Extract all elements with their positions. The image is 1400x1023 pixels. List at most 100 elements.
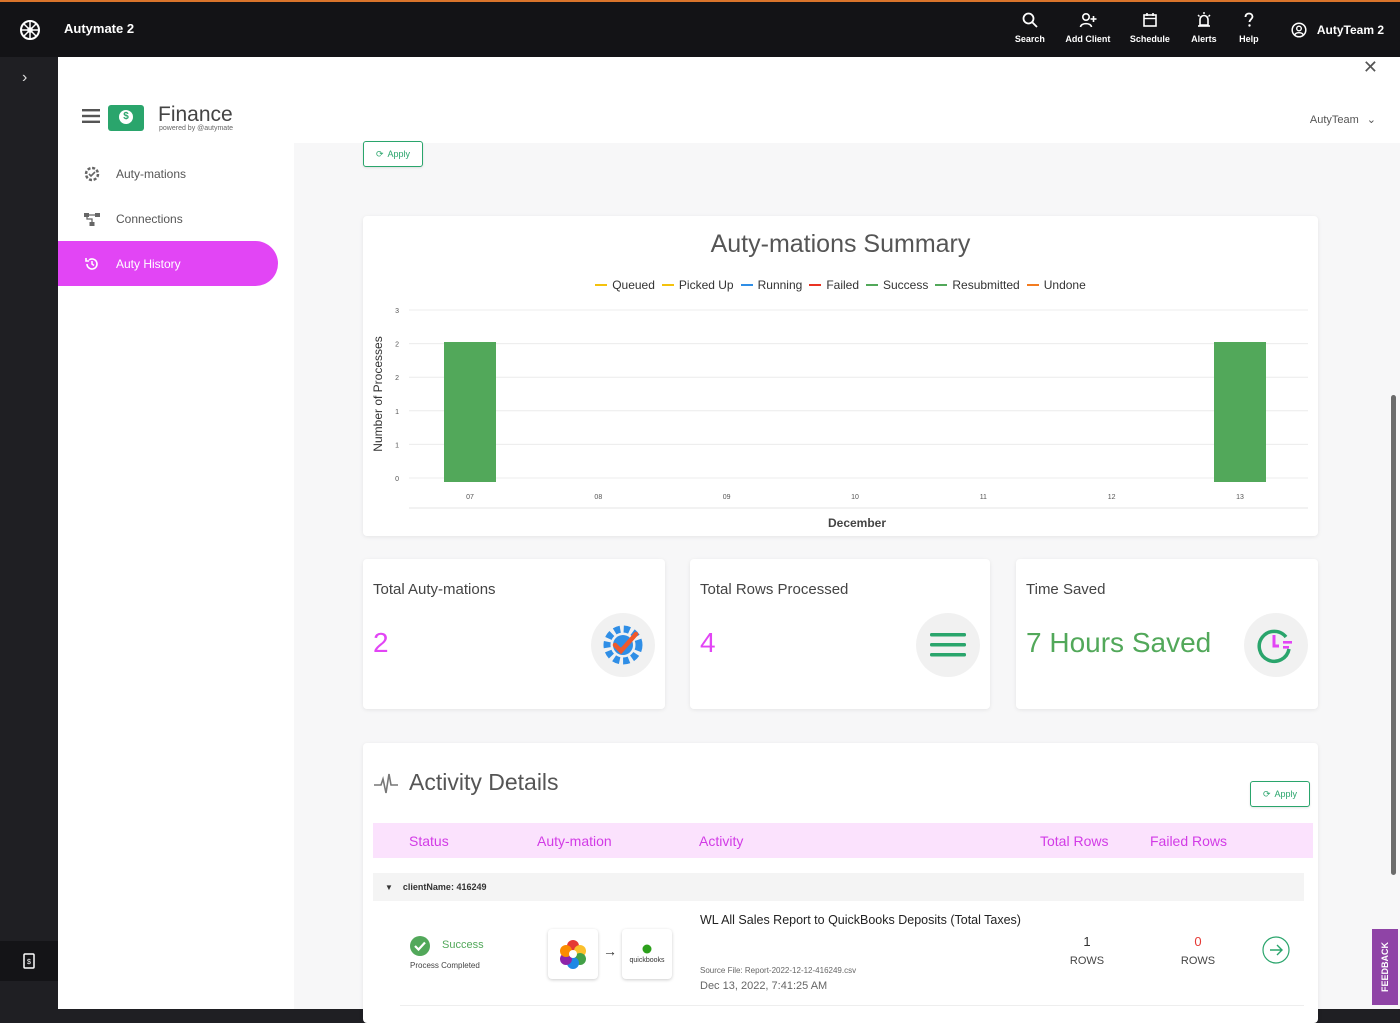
document-icon[interactable]: $ <box>0 941 58 981</box>
x-tick-label: 07 <box>466 494 474 501</box>
pulse-icon <box>374 773 398 794</box>
app-title: Autymate 2 <box>64 21 135 36</box>
summary-chart: 011223Number of ProcessesDecember07 08 09 1… <box>371 308 1308 530</box>
gear-check-icon <box>591 613 655 677</box>
sidebar-item-auty-history[interactable]: Auty History <box>58 241 278 286</box>
success-check-icon <box>410 936 430 956</box>
stat-label: Total Rows Processed <box>700 581 849 598</box>
stat-card-total-rows: Total Rows Processed 4 <box>690 559 990 709</box>
team-select[interactable]: AutyTeam ⌄ <box>1309 113 1376 127</box>
column-header-failed-rows[interactable]: Failed Rows <box>1150 833 1227 849</box>
schedule-button[interactable]: Schedule <box>1117 2 1183 57</box>
stat-label: Total Auty-mations <box>373 581 496 598</box>
sidebar: Auty-mations Connections Auty History <box>58 143 294 1009</box>
x-tick-label: 11 <box>980 494 987 501</box>
add-client-label: Add Client <box>1065 34 1111 44</box>
main-panel: ✕ Finance powered by @autymate AutyTeam … <box>58 57 1400 1023</box>
column-header-total-rows[interactable]: Total Rows <box>1040 833 1108 849</box>
group-row[interactable]: ▼ clientName: 416249 <box>373 873 1304 901</box>
bar-success-13 <box>1214 342 1266 482</box>
status-subtext: Process Completed <box>410 961 480 970</box>
stat-value: 2 <box>373 627 389 658</box>
timestamp-text: Dec 13, 2022, 7:41:25 AM <box>700 980 828 992</box>
list-icon <box>916 613 980 677</box>
apply-filter-button[interactable]: ⟳ Apply <box>363 141 423 167</box>
hamburger-menu-icon[interactable] <box>82 109 100 123</box>
status-text: Success <box>442 939 484 951</box>
finance-logo-icon <box>108 105 144 131</box>
sidebar-item-label: Connections <box>116 211 183 226</box>
apply-label: Apply <box>387 149 411 159</box>
y-tick-label: 1 <box>395 409 399 416</box>
x-tick-label: 10 <box>851 494 859 501</box>
x-tick-label: 08 <box>594 494 602 501</box>
search-icon <box>1022 12 1038 28</box>
autymate-logo-icon[interactable] <box>18 18 42 42</box>
activity-details-card: Activity Details ⟳ Apply Status Auty-mat… <box>363 743 1318 1023</box>
content-area: ⟳ Apply Auty-mations Summary Queued Picke… <box>294 141 1400 1023</box>
y-tick-label: 2 <box>395 342 399 349</box>
total-rows-value: 1 <box>1083 934 1091 949</box>
feedback-tab[interactable]: FEEDBACK <box>1372 929 1398 1005</box>
search-label: Search <box>1014 34 1045 44</box>
profile-name: AutyTeam 2 <box>1316 22 1384 37</box>
x-axis-label: December <box>828 516 886 530</box>
expand-chevron-icon[interactable]: › <box>22 69 27 87</box>
gear-check-icon <box>82 164 102 184</box>
x-tick-label: 12 <box>1108 494 1116 501</box>
stat-value: 4 <box>700 627 716 658</box>
x-tick-label: 13 <box>1236 494 1244 501</box>
search-button[interactable]: Search <box>1001 2 1059 57</box>
close-icon[interactable]: ✕ <box>1363 57 1378 78</box>
failed-rows-unit: ROWS <box>1180 955 1216 967</box>
add-client-button[interactable]: Add Client <box>1059 2 1117 57</box>
stat-label: Time Saved <box>1026 581 1106 598</box>
summary-chart-card: Auty-mations Summary Queued Picked Up Runn… <box>363 216 1318 536</box>
chevron-down-icon: ⌄ <box>1366 114 1376 126</box>
alarm-icon <box>1197 12 1211 27</box>
sidebar-item-connections[interactable]: Connections <box>58 196 278 241</box>
table-row[interactable]: Success Process Completed → quickbooks W… <box>400 902 1304 1006</box>
calendar-icon <box>1143 13 1157 27</box>
schedule-label: Schedule <box>1129 34 1170 44</box>
activity-title-text: WL All Sales Report to QuickBooks Deposi… <box>700 913 1021 927</box>
alerts-button[interactable]: Alerts <box>1183 2 1225 57</box>
x-tick-label: 09 <box>723 494 731 501</box>
top-bar: Autymate 2 Search Add Client Schedule Al… <box>0 0 1400 57</box>
activity-title: Activity Details <box>409 769 559 795</box>
sidebar-item-auty-mations[interactable]: Auty-mations <box>58 151 278 196</box>
column-header-status[interactable]: Status <box>409 833 449 849</box>
arrow-right-icon: → <box>603 943 617 959</box>
failed-rows-value: 0 <box>1194 934 1202 949</box>
column-header-activity[interactable]: Activity <box>699 833 743 849</box>
stat-card-total-auty-mations: Total Auty-mations 2 <box>363 559 665 709</box>
group-label: clientName: 416249 <box>402 882 487 892</box>
total-rows-unit: ROWS <box>1069 955 1105 967</box>
table-header: Status Auty-mation Activity Total Rows F… <box>373 823 1313 858</box>
help-label: Help <box>1239 34 1259 44</box>
alerts-label: Alerts <box>1191 34 1217 44</box>
column-header-auty-mation[interactable]: Auty-mation <box>537 833 612 849</box>
sidebar-item-label: Auty History <box>116 256 181 271</box>
quickbooks-wordmark: quickbooks <box>629 957 665 964</box>
stat-value: 7 Hours Saved <box>1026 627 1212 658</box>
top-nav: Search Add Client Schedule Alerts Help A… <box>1001 2 1400 57</box>
brand-title: Finance <box>158 103 233 126</box>
profile-menu[interactable]: AutyTeam 2 <box>1273 2 1400 57</box>
clock-icon <box>1244 613 1308 677</box>
activity-apply-button[interactable]: ⟳ Apply <box>1250 781 1310 807</box>
scrollbar[interactable] <box>1391 395 1396 875</box>
add-user-icon <box>1079 12 1097 28</box>
help-icon <box>1244 12 1254 27</box>
refresh-icon: ⟳ <box>375 148 384 159</box>
left-rail: › $ <box>0 57 58 1009</box>
help-button[interactable]: Help <box>1225 2 1273 57</box>
network-icon <box>82 209 102 229</box>
collapse-triangle-icon[interactable]: ▼ <box>385 883 393 892</box>
team-select-label: AutyTeam <box>1309 113 1359 126</box>
svg-text:$: $ <box>27 959 31 966</box>
sidebar-item-label: Auty-mations <box>116 166 187 181</box>
apply-label: Apply <box>1274 789 1298 799</box>
open-details-arrow-icon[interactable] <box>1262 936 1290 964</box>
y-axis-label: Number of Processes <box>371 336 385 451</box>
